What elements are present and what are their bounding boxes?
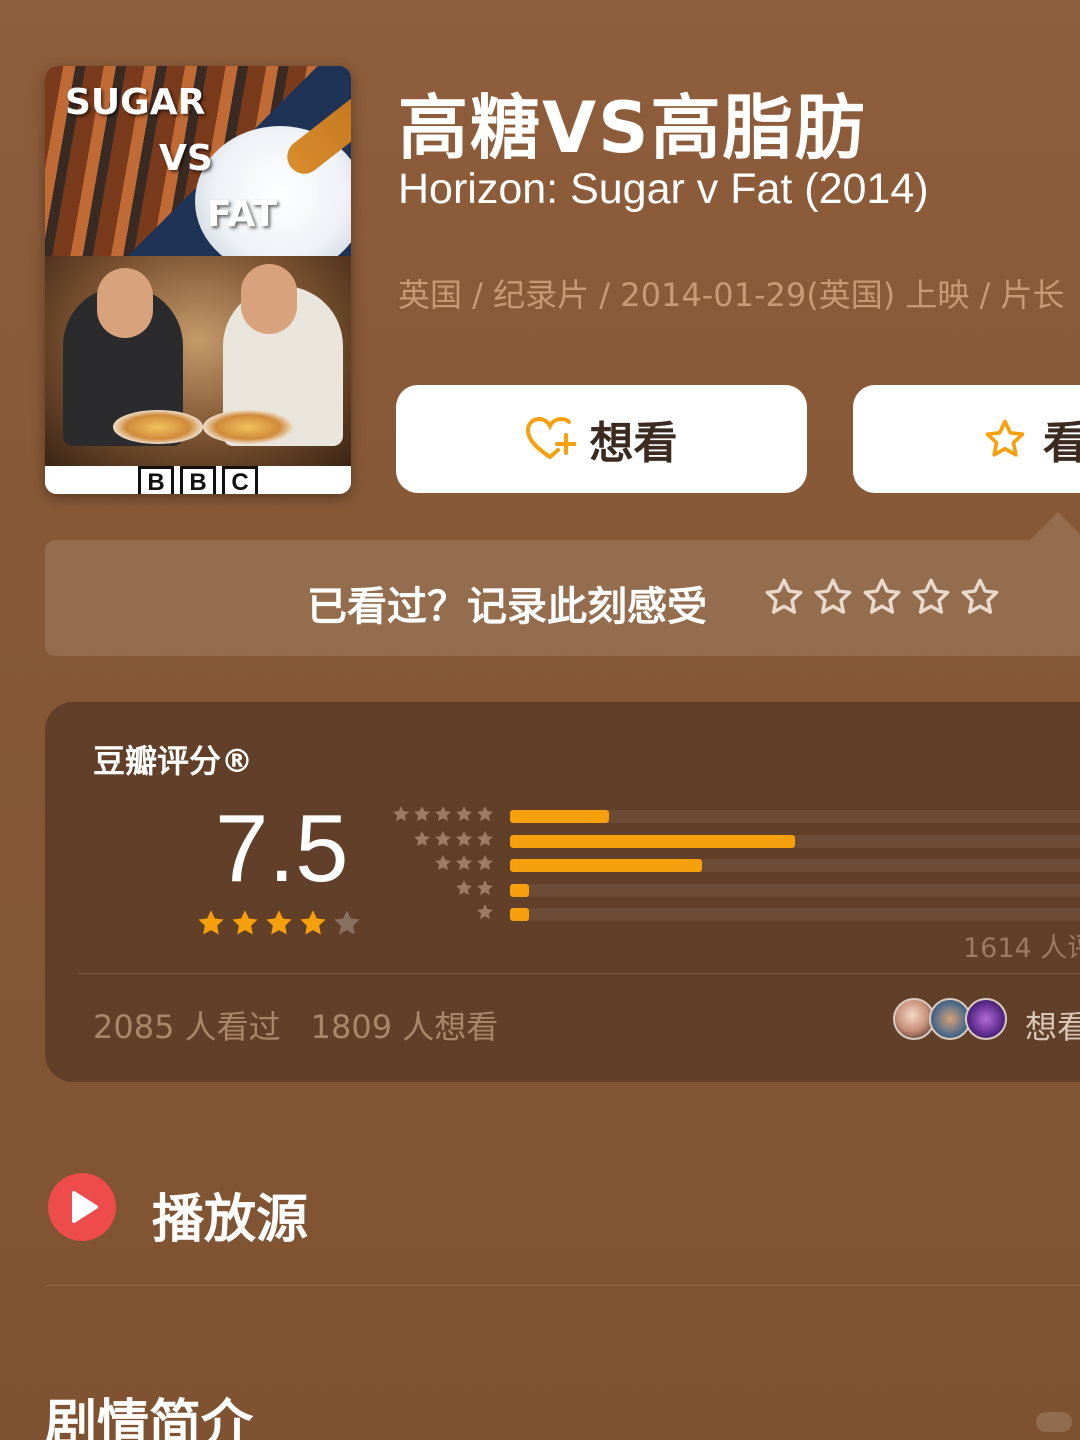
poster-text-sugar: SUGAR bbox=[65, 82, 206, 123]
raters-count: 1614 人评 bbox=[963, 933, 1080, 964]
presenter-left-face bbox=[97, 268, 153, 338]
distribution-track bbox=[510, 883, 1080, 897]
small-star-icon bbox=[456, 879, 472, 895]
distribution-row bbox=[390, 804, 1080, 829]
distribution-stars bbox=[433, 853, 495, 873]
watch-counts: 2085 人看过 1809 人想看 bbox=[93, 1002, 498, 1048]
small-star-icon bbox=[456, 806, 472, 822]
distribution-bar bbox=[510, 834, 796, 848]
card-divider bbox=[78, 973, 1080, 974]
star-outline-icon bbox=[985, 419, 1025, 457]
watched-label: 看 bbox=[1043, 418, 1080, 469]
presenter-right-face bbox=[241, 264, 297, 334]
want-to-watch-label: 想看 bbox=[589, 418, 678, 469]
avatar bbox=[965, 998, 1007, 1040]
record-feeling-bar[interactable]: 已看过？记录此刻感受 bbox=[45, 540, 1080, 656]
distribution-stars bbox=[475, 902, 495, 922]
bbc-logo: B B C bbox=[45, 466, 351, 494]
distribution-track bbox=[510, 810, 1080, 823]
empty-star-icon bbox=[334, 910, 360, 935]
small-star-icon bbox=[414, 830, 430, 846]
poster-text-vs: VS bbox=[159, 138, 213, 179]
rate-star-icon[interactable] bbox=[910, 576, 952, 618]
rate-star-icon[interactable] bbox=[812, 576, 854, 618]
bbc-logo-letter: B bbox=[180, 466, 216, 494]
movie-original-title: Horizon: Sugar v Fat (2014) bbox=[398, 165, 929, 213]
small-star-icon bbox=[477, 830, 493, 846]
filled-star-icon bbox=[266, 910, 292, 935]
distribution-stars bbox=[412, 829, 495, 849]
friend-avatars[interactable] bbox=[893, 998, 1007, 1040]
record-pointer bbox=[1030, 512, 1080, 540]
synopsis-title: 剧情简介 bbox=[45, 1395, 254, 1440]
small-star-icon bbox=[435, 806, 451, 822]
distribution-bar bbox=[510, 810, 610, 823]
small-star-icon bbox=[477, 904, 493, 920]
filled-star-icon bbox=[198, 910, 224, 935]
filled-star-icon bbox=[232, 910, 258, 935]
small-star-icon bbox=[456, 830, 472, 846]
distribution-bar bbox=[510, 883, 529, 897]
small-star-icon bbox=[477, 806, 493, 822]
watched-count[interactable]: 2085 人看过 bbox=[93, 1008, 281, 1046]
small-star-icon bbox=[477, 855, 493, 871]
rating-distribution bbox=[390, 804, 1080, 927]
want-to-watch-button[interactable]: 想看 bbox=[396, 385, 807, 493]
plate-left bbox=[113, 410, 203, 444]
record-prompt: 已看过？记录此刻感受 bbox=[307, 584, 707, 630]
distribution-stars bbox=[391, 804, 495, 824]
rate-stars[interactable] bbox=[763, 576, 1001, 618]
small-star-icon bbox=[435, 830, 451, 846]
distribution-stars bbox=[454, 878, 495, 898]
watermark-badge bbox=[1036, 1412, 1072, 1432]
filled-star-icon bbox=[300, 910, 326, 935]
poster-text-fat: FAT bbox=[207, 194, 278, 235]
small-star-icon bbox=[435, 855, 451, 871]
small-star-icon bbox=[477, 879, 493, 895]
small-star-icon bbox=[414, 806, 430, 822]
play-icon[interactable] bbox=[48, 1173, 116, 1241]
plate-right bbox=[203, 410, 293, 444]
rating-card[interactable]: 豆瓣评分® 7.5 1614 人评 2085 人看过 1809 人想看 想看 bbox=[45, 702, 1080, 1082]
bbc-logo-letter: B bbox=[138, 466, 174, 494]
friends-want-link[interactable]: 想看 bbox=[1025, 1002, 1080, 1048]
poster-photo bbox=[45, 256, 351, 466]
bbc-logo-letter: C bbox=[222, 466, 258, 494]
rating-score: 7.5 bbox=[215, 795, 349, 902]
distribution-row bbox=[390, 902, 1080, 927]
distribution-row bbox=[390, 878, 1080, 903]
movie-title: 高糖VS高脂肪 bbox=[398, 87, 867, 169]
distribution-track bbox=[510, 859, 1080, 872]
distribution-track bbox=[510, 908, 1080, 921]
heart-plus-icon bbox=[525, 417, 576, 459]
play-triangle bbox=[72, 1191, 98, 1223]
watched-button[interactable]: 看 bbox=[853, 385, 1080, 493]
distribution-track bbox=[510, 834, 1080, 848]
distribution-row bbox=[390, 829, 1080, 854]
distribution-bar bbox=[510, 908, 529, 921]
rate-star-icon[interactable] bbox=[763, 576, 805, 618]
distribution-bar bbox=[510, 859, 703, 872]
wanted-count[interactable]: 1809 人想看 bbox=[311, 1008, 499, 1046]
small-star-icon bbox=[393, 806, 409, 822]
distribution-row bbox=[390, 853, 1080, 878]
section-divider bbox=[45, 1285, 1080, 1286]
score-stars bbox=[195, 907, 363, 939]
movie-meta[interactable]: 英国 / 纪录片 / 2014-01-29(英国) 上映 / 片长 bbox=[398, 270, 1080, 316]
rate-star-icon[interactable] bbox=[959, 576, 1001, 618]
play-source-title[interactable]: 播放源 bbox=[152, 1177, 308, 1252]
rating-label: 豆瓣评分® bbox=[93, 742, 254, 780]
movie-poster[interactable]: SUGAR VS FAT B B C bbox=[45, 66, 351, 494]
rate-star-icon[interactable] bbox=[861, 576, 903, 618]
small-star-icon bbox=[456, 855, 472, 871]
